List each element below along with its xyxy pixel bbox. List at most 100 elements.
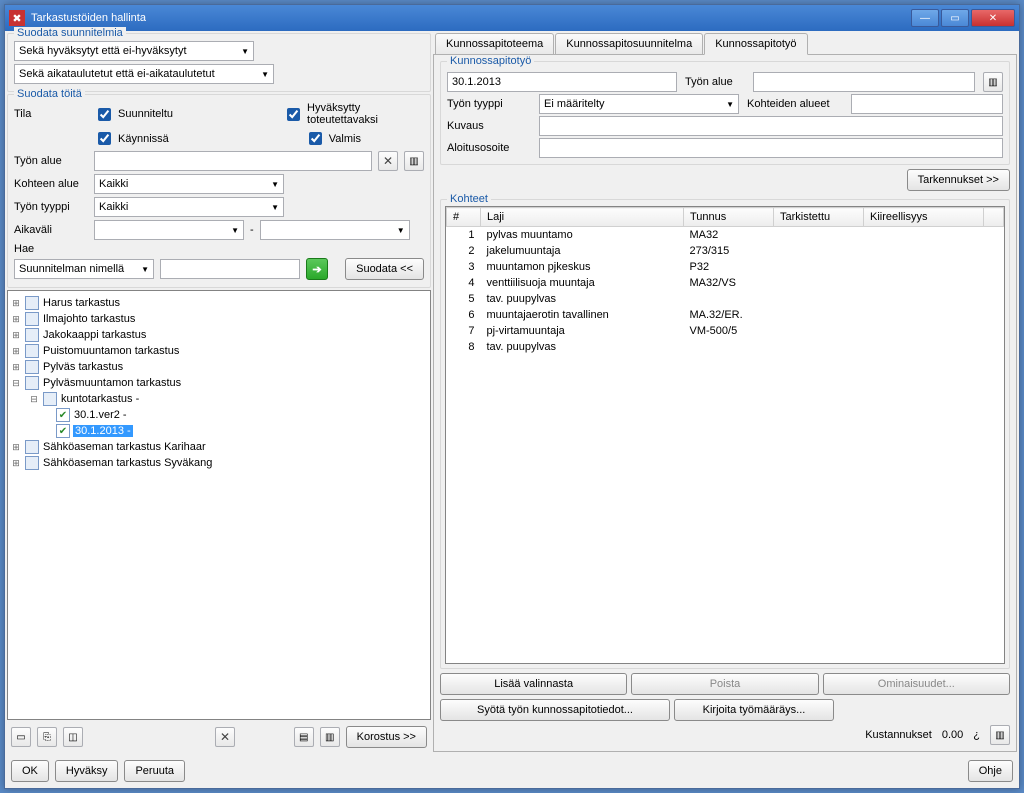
delete-icon[interactable]: ✕: [215, 727, 235, 747]
app-icon: ✖: [9, 10, 25, 26]
expand-icon[interactable]: ⊞: [10, 330, 22, 341]
grid-icon: [25, 440, 39, 454]
ok-button[interactable]: OK: [11, 760, 49, 782]
minimize-button[interactable]: —: [911, 9, 939, 27]
table-row[interactable]: 6muuntajaerotin tavallinenMA.32/ER.: [447, 307, 1004, 323]
valmis-check[interactable]: [309, 132, 322, 145]
check-icon: ✔: [56, 408, 70, 422]
col-tark[interactable]: Tarkistettu: [774, 208, 864, 227]
table-row[interactable]: 1pylvas muuntamoMA32: [447, 227, 1004, 244]
aloitusosoite-label: Aloitusosoite: [447, 142, 531, 154]
ohje-button[interactable]: Ohje: [968, 760, 1013, 782]
copy-icon[interactable]: ⎘: [37, 727, 57, 747]
kohteiden-alueet-input[interactable]: [851, 94, 1003, 114]
expand-icon[interactable]: ⊞: [10, 346, 22, 357]
bookmark-icon[interactable]: ◫: [63, 727, 83, 747]
hyvaksy-button[interactable]: Hyväksy: [55, 760, 119, 782]
grid-icon: [25, 376, 39, 390]
job-group-title: Kunnossapitotyö: [447, 55, 534, 67]
grid-icon: [43, 392, 57, 406]
suodata-button[interactable]: Suodata <<: [345, 258, 424, 280]
expand-icon[interactable]: ⊞: [10, 298, 22, 309]
search-go-button[interactable]: ➔: [306, 258, 328, 280]
kohteet-table[interactable]: # Laji Tunnus Tarkistettu Kiireellisyys …: [445, 206, 1005, 664]
table-row[interactable]: 8tav. puupylvas: [447, 339, 1004, 355]
tarkennukset-button[interactable]: Tarkennukset >>: [907, 169, 1010, 191]
collapse-icon[interactable]: ⊟: [10, 378, 22, 389]
maximize-button[interactable]: ▭: [941, 9, 969, 27]
aloitusosoite-input[interactable]: [539, 138, 1003, 158]
grid-icon: [25, 360, 39, 374]
hyvaksytty-check[interactable]: [287, 108, 300, 121]
window-title: Tarkastustöiden hallinta: [31, 12, 911, 24]
col-kiir[interactable]: Kiireellisyys: [864, 208, 984, 227]
tyon-alue-label: Työn alue: [14, 155, 88, 167]
aikavali-label: Aikaväli: [14, 224, 88, 236]
filter-jobs-title: Suodata töitä: [14, 88, 85, 100]
kustannukset-value: 0.00: [942, 729, 963, 741]
tyon-alue-r-input[interactable]: [753, 72, 975, 92]
expand-icon[interactable]: ⊞: [10, 442, 22, 453]
table-row[interactable]: 2jakelumuuntaja273/315: [447, 243, 1004, 259]
korostus-button[interactable]: Korostus >>: [346, 726, 427, 748]
col-n[interactable]: #: [447, 208, 481, 227]
expand-icon[interactable]: ⊞: [10, 458, 22, 469]
col-laji[interactable]: Laji: [481, 208, 684, 227]
aikavali-from[interactable]: ▼: [94, 220, 244, 240]
pick-area-button[interactable]: ▥: [404, 151, 424, 171]
table-row[interactable]: 4venttiilisuoja muuntajaMA32/VS: [447, 275, 1004, 291]
hae-mode-combo[interactable]: Suunnitelman nimellä ▼: [14, 259, 154, 279]
job-date-input[interactable]: [447, 72, 677, 92]
table-row[interactable]: 3muuntamon pjkeskusP32: [447, 259, 1004, 275]
doc-icon[interactable]: ▭: [11, 727, 31, 747]
chevron-down-icon: ▼: [241, 47, 249, 56]
syota-button[interactable]: Syötä työn kunnossapitotiedot...: [440, 699, 670, 721]
aikavali-to[interactable]: ▼: [260, 220, 410, 240]
kaynnissa-check[interactable]: [98, 132, 111, 145]
tyon-alue-input[interactable]: [94, 151, 372, 171]
chevron-down-icon: ▼: [271, 203, 279, 212]
tab-suunnitelma[interactable]: Kunnossapitosuunnitelma: [555, 33, 703, 55]
hae-input[interactable]: [160, 259, 300, 279]
collapse-icon[interactable]: ⊟: [28, 394, 40, 405]
expand-icon[interactable]: ⊞: [10, 362, 22, 373]
job-group: Kunnossapitotyö Työn alue ▥ Työn tyyppi …: [440, 61, 1010, 165]
peruuta-button[interactable]: Peruuta: [124, 760, 185, 782]
cost-tool-icon[interactable]: ▥: [990, 725, 1010, 745]
scheduled-combo[interactable]: Sekä aikataulutetut että ei-aikataulutet…: [14, 64, 274, 84]
kohteiden-alueet-label: Kohteiden alueet: [747, 98, 843, 110]
kuvaus-input[interactable]: [539, 116, 1003, 136]
tyon-tyyppi-r-combo[interactable]: Ei määritelty ▼: [539, 94, 739, 114]
approval-combo[interactable]: Sekä hyväksytyt että ei-hyväksytyt ▼: [14, 41, 254, 61]
chevron-down-icon: ▼: [261, 70, 269, 79]
col-tunnus[interactable]: Tunnus: [684, 208, 774, 227]
kohteen-alue-label: Kohteen alue: [14, 178, 88, 190]
tool-icon-1[interactable]: ▤: [294, 727, 314, 747]
tab-teema[interactable]: Kunnossapitoteema: [435, 33, 554, 55]
kohteen-alue-combo[interactable]: Kaikki ▼: [94, 174, 284, 194]
table-row[interactable]: 7pj-virtamuuntajaVM-500/5: [447, 323, 1004, 339]
filter-jobs-group: Suodata töitä Tila Suunniteltu Hyväksytt…: [7, 94, 431, 288]
properties-button[interactable]: Ominaisuudet...: [823, 673, 1010, 695]
kuvaus-label: Kuvaus: [447, 120, 531, 132]
plan-tree[interactable]: ⊞Harus tarkastus ⊞Ilmajohto tarkastus ⊞J…: [7, 290, 431, 720]
tool-icon-2[interactable]: ▥: [320, 727, 340, 747]
table-row[interactable]: 5tav. puupylvas: [447, 291, 1004, 307]
add-from-selection-button[interactable]: Lisää valinnasta: [440, 673, 627, 695]
grid-icon: [25, 312, 39, 326]
tila-label: Tila: [14, 108, 88, 120]
tyon-tyyppi-label: Työn tyyppi: [14, 201, 88, 213]
grid-icon: [25, 296, 39, 310]
suunniteltu-check[interactable]: [98, 108, 111, 121]
tyon-tyyppi-combo[interactable]: Kaikki ▼: [94, 197, 284, 217]
help-small-icon[interactable]: ¿: [973, 729, 980, 741]
grid-icon: [25, 456, 39, 470]
delete-button[interactable]: Poista: [631, 673, 818, 695]
tab-tyo[interactable]: Kunnossapitotyö: [704, 33, 807, 55]
clear-area-button[interactable]: ✕: [378, 151, 398, 171]
expand-icon[interactable]: ⊞: [10, 314, 22, 325]
chevron-down-icon: ▼: [726, 100, 734, 109]
kirjoita-button[interactable]: Kirjoita työmääräys...: [674, 699, 834, 721]
area-pick-icon[interactable]: ▥: [983, 72, 1003, 92]
close-button[interactable]: ✕: [971, 9, 1015, 27]
